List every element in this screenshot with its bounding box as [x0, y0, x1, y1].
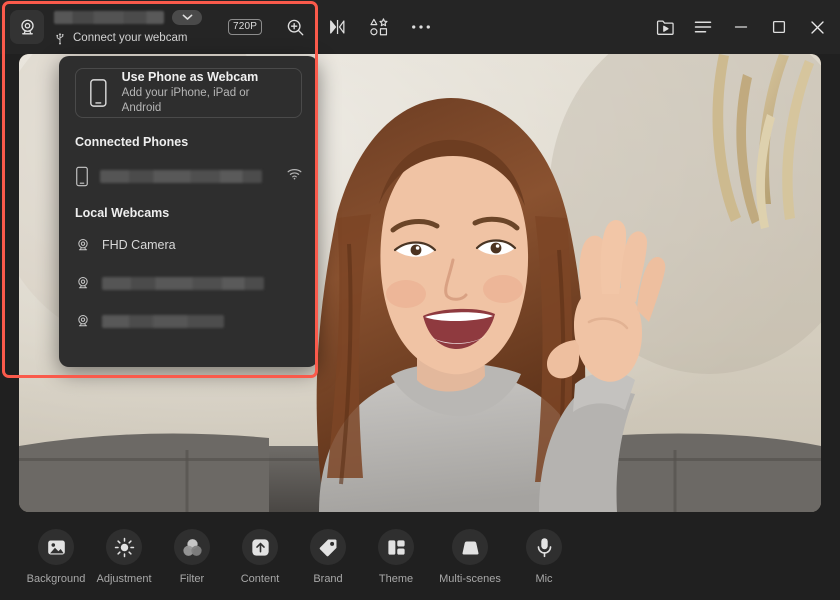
tool-mic[interactable]: Mic [510, 529, 578, 585]
flip-horizontal-icon [330, 19, 345, 35]
upload-arrow-icon [251, 538, 269, 556]
tool-theme[interactable]: Theme [362, 529, 430, 585]
close-button[interactable] [798, 7, 836, 47]
stickers-button[interactable] [358, 8, 400, 46]
bottom-tools: Background Adjustment Filter Content Bra… [22, 529, 578, 585]
device-name-value [54, 10, 164, 24]
image-icon [47, 540, 65, 554]
tool-label: Filter [179, 573, 205, 585]
window-controls [646, 0, 840, 54]
filter-circles-icon [182, 538, 202, 556]
titlebar-tools: 720P [226, 0, 442, 54]
content-icon-wrap [242, 529, 278, 565]
connect-webcam-label: Connect your webcam [73, 32, 188, 44]
shapes-icon [370, 18, 388, 36]
use-phone-card-text: Use Phone as Webcam Add your iPhone, iPa… [122, 70, 289, 117]
app-window: Connect your webcam 720P Use Phone as We… [0, 0, 840, 600]
local-webcam-item-3[interactable] [75, 308, 302, 334]
folder-play-icon [656, 20, 674, 35]
tool-label: Mic [535, 573, 553, 585]
device-name-row [54, 9, 202, 25]
tool-label: Adjustment [96, 573, 152, 585]
tool-label: Brand [313, 573, 343, 585]
chevron-down-icon [182, 14, 192, 20]
tool-background[interactable]: Background [22, 529, 90, 585]
multi-scenes-icon-wrap [452, 529, 488, 565]
connected-phones-heading: Connected Phones [75, 135, 189, 149]
tool-label: Theme [378, 573, 414, 585]
bottom-toolbar: Background Adjustment Filter Content Bra… [0, 512, 840, 600]
phone-icon [90, 79, 107, 107]
usb-icon [56, 32, 64, 45]
use-phone-card-subtitle: Add your iPhone, iPad or Android [121, 87, 250, 115]
titlebar-device-section: Connect your webcam [0, 0, 202, 54]
wifi-status [287, 167, 302, 185]
microphone-icon [537, 537, 551, 557]
tool-multi-scenes[interactable]: Multi-scenes [430, 529, 510, 585]
device-dropdown-button[interactable] [172, 9, 202, 25]
theme-icon-wrap [378, 529, 414, 565]
use-phone-as-webcam-card[interactable]: Use Phone as Webcam Add your iPhone, iPa… [75, 68, 302, 118]
minimize-button[interactable] [722, 7, 760, 47]
titlebar: Connect your webcam 720P [0, 0, 840, 54]
webcam-source-dropdown: Use Phone as Webcam Add your iPhone, iPa… [59, 56, 318, 367]
tool-label: Content [240, 573, 280, 585]
scenes-icon [461, 541, 479, 554]
more-options-button[interactable] [400, 8, 442, 46]
maximize-icon [772, 20, 786, 34]
tool-label: Multi-scenes [439, 573, 501, 585]
local-webcams-heading: Local Webcams [75, 206, 170, 220]
hamburger-icon [694, 21, 712, 33]
brightness-icon [114, 537, 134, 557]
local-webcam-item-2[interactable] [75, 270, 302, 296]
webcam-icon [78, 238, 88, 251]
local-webcam-name [102, 314, 224, 328]
webcam-icon [78, 314, 88, 327]
layout-panels-icon [387, 539, 405, 555]
minimize-icon [734, 26, 748, 28]
filter-icon-wrap [174, 529, 210, 565]
webcam-icon [20, 19, 34, 34]
brand-icon-wrap [310, 529, 346, 565]
media-gallery-button[interactable] [646, 7, 684, 47]
webcam-source-button[interactable] [10, 10, 44, 44]
adjustment-icon-wrap [106, 529, 142, 565]
device-info-block: Connect your webcam [54, 9, 202, 45]
maximize-button[interactable] [760, 7, 798, 47]
connected-phone-name [100, 169, 262, 183]
tool-label: Background [26, 573, 86, 585]
connect-webcam-row[interactable]: Connect your webcam [54, 31, 202, 45]
menu-button[interactable] [684, 7, 722, 47]
tool-adjustment[interactable]: Adjustment [90, 529, 158, 585]
use-phone-card-title: Use Phone as Webcam [121, 69, 259, 84]
local-webcam-name [102, 276, 264, 290]
magnifier-plus-icon [287, 19, 304, 35]
zoom-in-button[interactable] [274, 8, 316, 46]
resolution-badge[interactable]: 720P [228, 19, 263, 35]
mirror-button[interactable] [316, 8, 358, 46]
local-webcam-item-fhd-camera[interactable]: FHD Camera [75, 232, 302, 258]
mic-icon-wrap [526, 529, 562, 565]
wifi-icon [287, 169, 302, 180]
connected-phone-item[interactable] [75, 163, 302, 189]
phone-icon [76, 166, 88, 186]
tag-icon [319, 539, 336, 556]
local-webcam-name: FHD Camera [102, 238, 176, 252]
tool-filter[interactable]: Filter [158, 529, 226, 585]
tool-content[interactable]: Content [226, 529, 294, 585]
close-icon [810, 20, 824, 34]
webcam-icon [78, 276, 88, 289]
background-icon-wrap [38, 529, 74, 565]
ellipsis-icon [412, 25, 431, 29]
tool-brand[interactable]: Brand [294, 529, 362, 585]
